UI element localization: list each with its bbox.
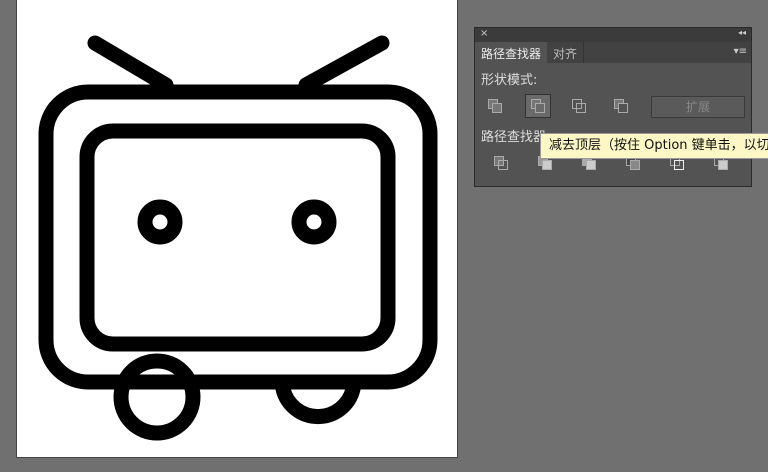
close-icon[interactable]: × <box>480 28 488 39</box>
exclude-button[interactable] <box>609 95 633 117</box>
pathfinder-panel: × ◂◂ 路径查找器 对齐 ▾≡ 形状模式: 扩展 路径查找器: <box>474 27 752 187</box>
artboard[interactable] <box>16 0 458 458</box>
unite-button[interactable] <box>483 95 507 117</box>
intersect-button[interactable] <box>567 95 591 117</box>
intersect-icon <box>572 99 586 113</box>
divide-icon <box>494 156 508 170</box>
unite-icon <box>488 99 502 113</box>
tv-icon-artwork <box>38 35 438 441</box>
divide-button[interactable] <box>489 152 513 174</box>
tooltip: 减去顶层（按住 Option 键单击，以切换 <box>540 133 768 159</box>
tab-align[interactable]: 对齐 <box>547 42 585 63</box>
expand-button[interactable]: 扩展 <box>651 96 745 118</box>
exclude-icon <box>614 99 628 113</box>
collapse-icon[interactable]: ◂◂ <box>738 28 746 37</box>
tab-pathfinder[interactable]: 路径查找器 <box>475 42 548 63</box>
shape-modes-label: 形状模式: <box>481 73 538 88</box>
minus-front-icon <box>531 99 545 113</box>
minus-front-button[interactable] <box>525 94 551 118</box>
panel-menu-icon[interactable]: ▾≡ <box>734 46 747 57</box>
